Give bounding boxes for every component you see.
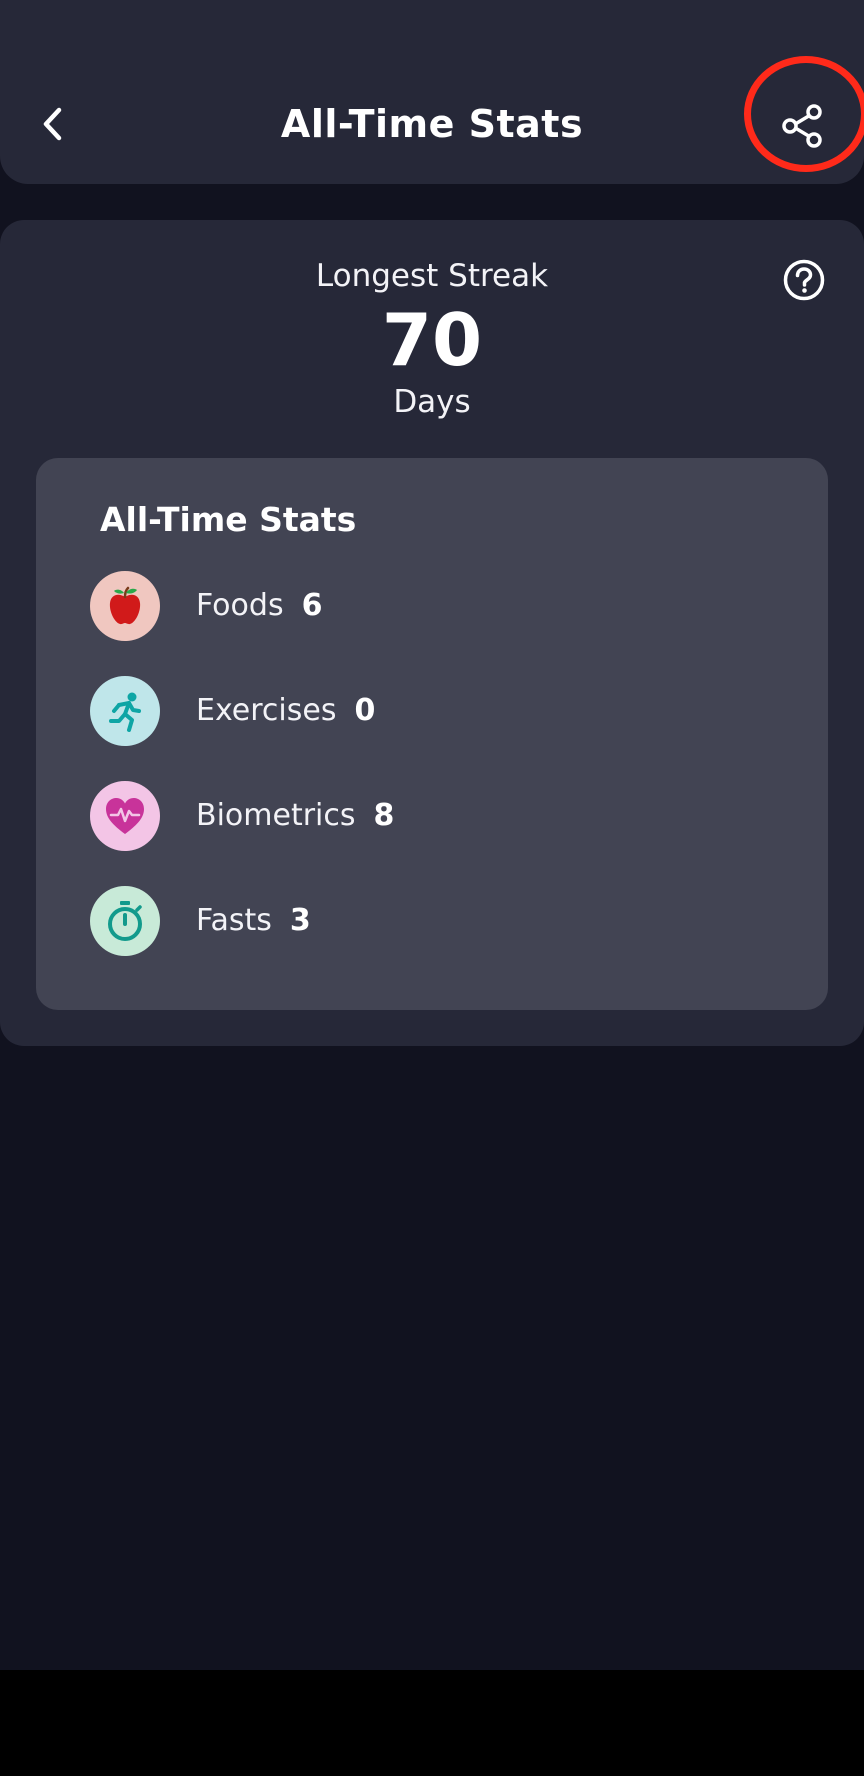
stat-label: Biometrics	[196, 798, 356, 833]
stat-row-fasts: Fasts 3	[90, 885, 311, 957]
streak-label: Longest Streak	[315, 258, 549, 294]
stat-label: Fasts	[196, 903, 272, 938]
stat-value: 3	[289, 903, 311, 938]
top-app-bar	[0, 0, 864, 184]
stat-row-biometrics: Biometrics 8	[90, 780, 394, 852]
running-icon	[90, 676, 160, 746]
stat-label: Exercises	[196, 693, 337, 728]
stopwatch-icon	[90, 886, 160, 956]
streak-unit: Days	[393, 384, 471, 420]
stat-row-foods: Foods 6	[90, 570, 322, 642]
stat-label: Foods	[196, 588, 284, 623]
stat-value: 8	[373, 798, 395, 833]
stat-value: 0	[354, 693, 376, 728]
stat-row-exercises: Exercises 0	[90, 675, 375, 747]
share-highlight-circle	[744, 56, 864, 172]
stat-value: 6	[301, 588, 323, 623]
apple-icon	[90, 571, 160, 641]
page-title: All-Time Stats	[280, 102, 584, 146]
stats-title: All-Time Stats	[100, 500, 357, 539]
streak-value: 70	[381, 298, 483, 382]
heart-pulse-icon	[90, 781, 160, 851]
system-navigation-bar	[0, 1670, 864, 1776]
